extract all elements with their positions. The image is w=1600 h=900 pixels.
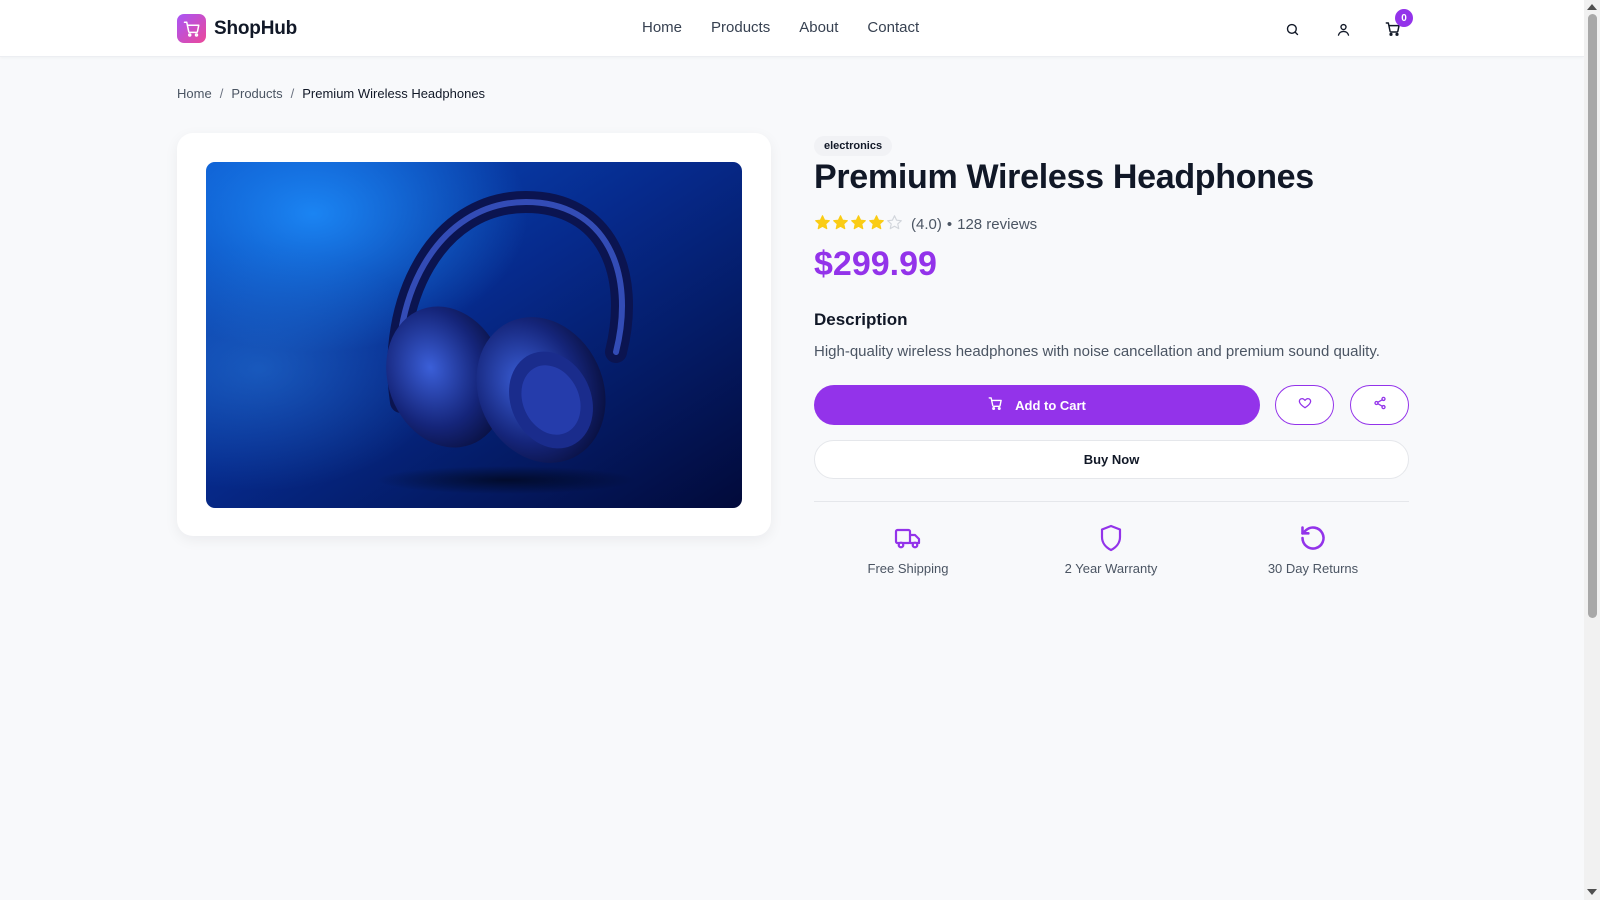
star-filled-icon: [868, 214, 885, 235]
share-button[interactable]: [1350, 385, 1409, 425]
shield-icon: [1099, 523, 1123, 553]
product-image: [206, 162, 742, 508]
product-description: High-quality wireless headphones with no…: [814, 343, 1380, 360]
cart-logo-icon: [177, 14, 206, 43]
nav-contact[interactable]: Contact: [867, 19, 919, 36]
brand-name: ShopHub: [214, 17, 298, 39]
feature-returns: 30 Day Returns: [1233, 523, 1393, 576]
rating-separator: •: [946, 216, 953, 233]
product-image-card: [177, 133, 771, 536]
star-filled-icon: [832, 214, 849, 235]
scroll-down-arrow[interactable]: [1587, 889, 1597, 895]
star-filled-icon: [814, 214, 831, 235]
breadcrumb-separator: /: [219, 86, 224, 101]
breadcrumb-home[interactable]: Home: [177, 86, 212, 101]
star-filled-icon: [850, 214, 867, 235]
rotate-ccw-icon: [1299, 523, 1327, 553]
product-price: $299.99: [814, 245, 937, 283]
share-icon: [1373, 396, 1387, 415]
feature-label: 30 Day Returns: [1267, 561, 1359, 576]
star-rating: [814, 214, 903, 235]
nav-products[interactable]: Products: [711, 19, 770, 36]
star-empty-icon: [886, 214, 903, 235]
category-badge: electronics: [814, 136, 893, 156]
scrollbar[interactable]: [1584, 0, 1600, 900]
search-icon[interactable]: [1281, 18, 1303, 40]
heart-icon: [1298, 396, 1312, 415]
breadcrumb-products[interactable]: Products: [231, 86, 282, 101]
nav-home[interactable]: Home: [642, 19, 682, 36]
wishlist-button[interactable]: [1275, 385, 1334, 425]
divider: [814, 501, 1409, 502]
breadcrumb-separator: /: [290, 86, 295, 101]
breadcrumb: Home / Products / Premium Wireless Headp…: [177, 86, 485, 101]
user-icon[interactable]: [1332, 18, 1354, 40]
cart-icon: [988, 396, 1003, 414]
review-count: 128 reviews: [957, 216, 1038, 233]
truck-icon: [894, 523, 922, 553]
add-to-cart-label: Add to Cart: [1015, 397, 1086, 413]
cart-count-badge: 0: [1395, 9, 1413, 27]
main-nav: Home Products About Contact: [642, 19, 919, 36]
add-to-cart-button[interactable]: Add to Cart: [814, 385, 1260, 425]
feature-label: Free Shipping: [867, 561, 949, 576]
rating-value: (4.0): [911, 216, 942, 233]
feature-warranty: 2 Year Warranty: [1031, 523, 1191, 576]
site-header: ShopHub Home Products About Contact 0: [0, 0, 1584, 57]
brand[interactable]: ShopHub: [177, 14, 297, 43]
product-title: Premium Wireless Headphones: [814, 158, 1314, 196]
scroll-thumb[interactable]: [1588, 14, 1597, 618]
rating-row: (4.0) • 128 reviews: [814, 214, 1037, 235]
headphones-photo: [206, 162, 742, 508]
scroll-up-arrow[interactable]: [1587, 4, 1597, 10]
feature-free-shipping: Free Shipping: [828, 523, 988, 576]
buy-now-button[interactable]: Buy Now: [814, 440, 1409, 479]
description-heading: Description: [814, 310, 908, 329]
breadcrumb-current: Premium Wireless Headphones: [302, 86, 486, 101]
feature-label: 2 Year Warranty: [1064, 561, 1158, 576]
nav-about[interactable]: About: [799, 19, 838, 36]
